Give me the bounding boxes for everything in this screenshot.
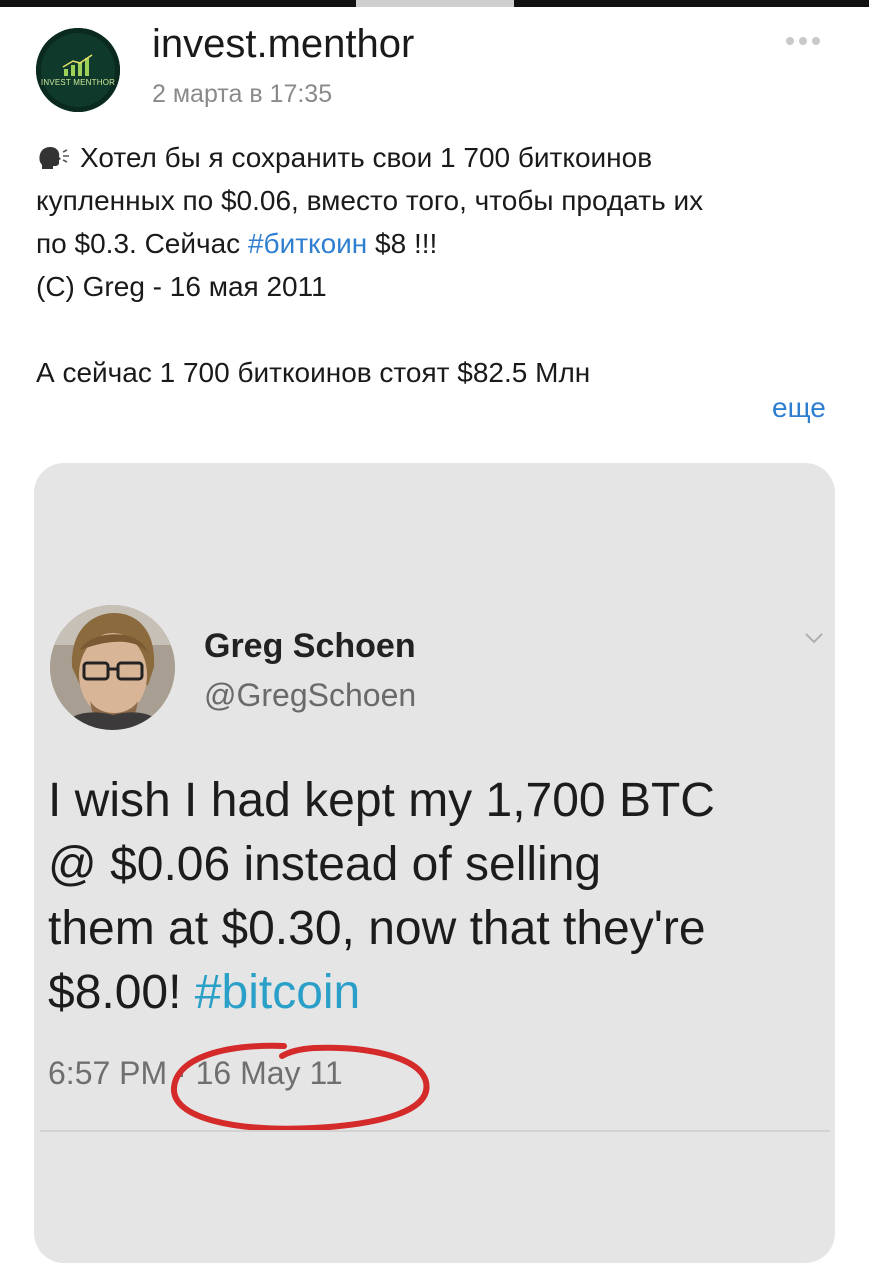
tab-indicator xyxy=(356,0,514,7)
more-options-icon[interactable] xyxy=(786,28,836,54)
post-line-2: купленных по $0.06, вместо того, чтобы п… xyxy=(36,185,704,216)
tweet-line-4: $8.00! #bitcoin xyxy=(48,961,828,1025)
speaking-head-icon xyxy=(39,147,69,169)
tweet-divider xyxy=(40,1130,830,1132)
post-line-3-suffix: $8 !!! xyxy=(367,228,438,259)
chevron-down-icon xyxy=(805,633,823,644)
avatar-logo-text: INVEST MENTHOR xyxy=(40,78,116,87)
post-author[interactable]: invest.menthor xyxy=(152,22,414,67)
show-more-link[interactable]: еще xyxy=(772,392,826,424)
tweet-line-1: I wish I had kept my 1,700 BTC xyxy=(48,774,715,827)
tweet-hashtag: #bitcoin xyxy=(194,966,361,1019)
tweet-author-handle: @GregSchoen xyxy=(204,677,417,713)
post-spacer xyxy=(36,308,836,351)
red-circle-annotation xyxy=(171,1042,430,1132)
tweet-line-3: them at $0.30, now that they're xyxy=(48,902,706,955)
status-bar xyxy=(0,0,869,7)
post-line-1: Хотел бы я сохранить свои 1 700 биткоино… xyxy=(36,136,836,179)
post-line-3: по $0.3. Сейчас #биткоин $8 !!! xyxy=(36,222,836,265)
chart-logo-icon xyxy=(62,54,93,76)
post-time[interactable]: 2 марта в 17:35 xyxy=(152,80,332,109)
person-photo-icon xyxy=(50,605,175,730)
post-line-3-prefix: по $0.3. Сейчас xyxy=(36,228,248,259)
tweet-line-2: @ $0.06 instead of selling xyxy=(48,838,602,891)
post-line-4: (С) Greg - 16 мая 2011 xyxy=(36,271,327,302)
tweet-author-avatar xyxy=(50,605,175,730)
hashtag-link[interactable]: #биткоин xyxy=(248,228,367,259)
post-text: Хотел бы я сохранить свои 1 700 биткоино… xyxy=(36,136,836,394)
post-line-5: А сейчас 1 700 биткоинов стоят $82.5 Млн xyxy=(36,357,591,388)
tweet-author-name: Greg Schoen xyxy=(204,627,416,665)
post-line-1-text: Хотел бы я сохранить свои 1 700 биткоино… xyxy=(80,142,653,173)
post-image[interactable]: Greg Schoen @GregSchoen I wish I had kep… xyxy=(34,463,835,1263)
tweet-line-4-prefix: $8.00! xyxy=(48,966,195,1019)
tweet-text: I wish I had kept my 1,700 BTC @ $0.06 i… xyxy=(48,769,828,1025)
community-avatar[interactable]: INVEST MENTHOR xyxy=(36,28,120,112)
